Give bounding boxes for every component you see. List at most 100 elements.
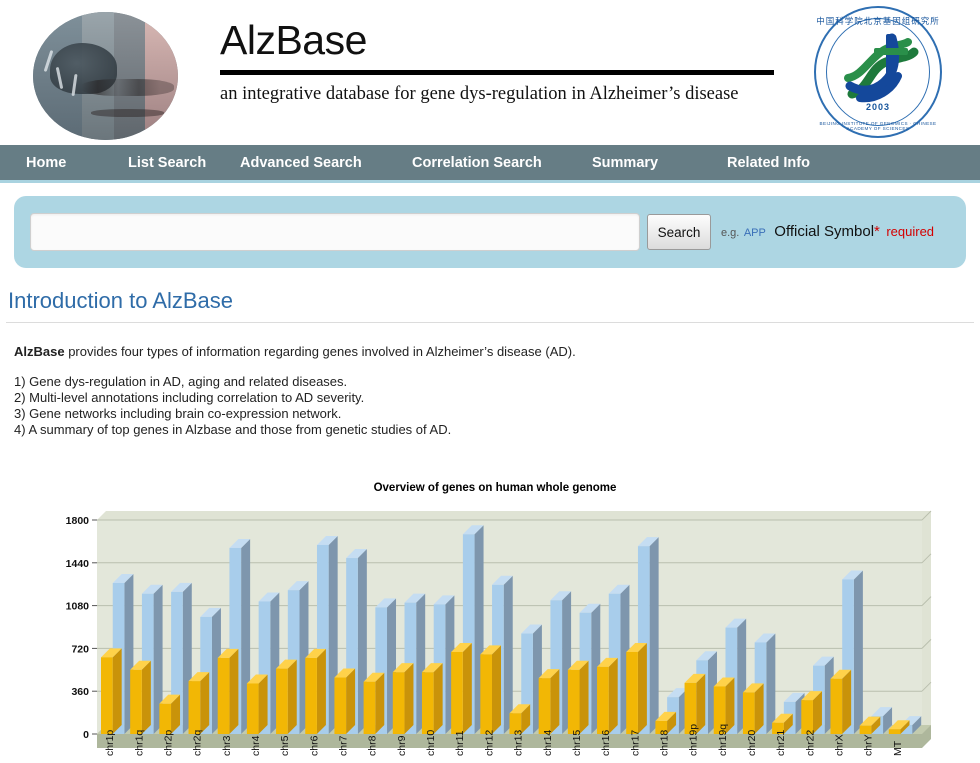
search-hint-star: *: [874, 223, 880, 240]
nav-item-correlation-search[interactable]: Correlation Search: [412, 144, 592, 182]
nav-link-list-search[interactable]: List Search: [128, 155, 206, 171]
chart-x-tick: chr5: [279, 735, 291, 756]
nav-link-related-info[interactable]: Related Info: [727, 155, 810, 171]
chart-y-tick: 0: [83, 729, 89, 741]
nav-item-home[interactable]: Home: [0, 144, 112, 182]
chart-y-tick: 1800: [66, 515, 90, 527]
chart-bar: [189, 672, 210, 734]
chart-x-tick: chr2p: [162, 730, 174, 756]
chart-bar: [101, 648, 122, 734]
site-header: AlzBase an integrative database for gene…: [0, 0, 980, 145]
search-hint: e.g. APP Official Symbol* required: [721, 223, 934, 241]
chart-svg: 0 360 720 1080 1440 1800 chr1p chr1q chr2p chr2q c…: [0, 494, 980, 756]
intro-bullet-3: 3) Gene networks including brain co-expr…: [14, 407, 980, 420]
chart-x-tick: chr17: [629, 730, 641, 756]
chart-bar: [393, 663, 414, 734]
chart-bar: [626, 643, 647, 734]
nav-item-summary[interactable]: Summary: [592, 144, 727, 182]
chart-bar: [451, 643, 472, 734]
chart-x-tick: chr8: [367, 735, 379, 756]
chart-x-tick: chr20: [746, 730, 758, 756]
institute-logo-en-text: BEIJING INSTITUTE OF GENOMICS · CHINESE …: [814, 121, 942, 131]
intro-bullet-4: 4) A summary of top genes in Alzbase and…: [14, 423, 980, 436]
chart-x-tick: chr2q: [192, 730, 204, 756]
chart-x-tick: chr21: [775, 730, 787, 756]
site-subtitle: an integrative database for gene dys-reg…: [220, 84, 780, 105]
nav-link-summary[interactable]: Summary: [592, 155, 658, 171]
chart-x-tick: MT: [892, 740, 904, 756]
title-separator: [6, 322, 974, 323]
title-divider: [220, 70, 774, 75]
institute-seal-logo-icon: 中国科学院北京基因组研究所 2003 BEIJING INSTITUTE OF …: [814, 6, 942, 138]
nav-link-correlation-search[interactable]: Correlation Search: [412, 155, 542, 171]
chart-bar: [801, 691, 822, 734]
page-root: AlzBase an integrative database for gene…: [0, 0, 980, 763]
chart-bar: [539, 669, 560, 734]
nav-link-advanced-search[interactable]: Advanced Search: [240, 155, 362, 171]
chart-bar: [480, 645, 501, 734]
chart-x-tick: chr18: [658, 730, 670, 756]
chart-x-tick: chr13: [513, 730, 525, 756]
alzbase-brain-face-logo-icon: [33, 12, 178, 140]
chart-x-tick: chr9: [396, 735, 408, 756]
search-hint-eg: e.g.: [721, 227, 739, 239]
chart-y-tick: 1080: [66, 601, 90, 613]
search-hint-symbol: Official Symbol: [774, 223, 874, 240]
chart-x-tick: chr19q: [717, 724, 729, 756]
intro-bullet-2: 2) Multi-level annotations including cor…: [14, 391, 980, 404]
chart-bar: [276, 660, 297, 734]
genome-overview-chart: Overview of genes on human whole genome …: [0, 478, 980, 763]
nav-link-home[interactable]: Home: [26, 155, 66, 171]
search-hint-example: APP: [744, 227, 766, 239]
intro-bullet-1: 1) Gene dys-regulation in AD, aging and …: [14, 375, 980, 388]
intro-lead: AlzBase provides four types of informati…: [14, 345, 980, 358]
nav-item-advanced-search[interactable]: Advanced Search: [240, 144, 412, 182]
chart-title: Overview of genes on human whole genome: [10, 478, 980, 494]
institute-logo-cn-text: 中国科学院北京基因组研究所: [814, 15, 942, 27]
chart-y-tick: 1440: [66, 558, 90, 570]
chart-x-tick: chr15: [571, 730, 583, 756]
chart-bar: [130, 661, 151, 734]
chart-x-tick: chrX: [834, 734, 846, 756]
site-title-block: AlzBase an integrative database for gene…: [220, 18, 780, 105]
chart-bar: [218, 649, 239, 734]
main-navigation: Home List Search Advanced Search Correla…: [0, 145, 980, 183]
nav-item-list-search[interactable]: List Search: [112, 144, 240, 182]
chart-x-tick: chr7: [338, 735, 350, 756]
chart-x-tick: chr10: [425, 730, 437, 756]
chart-x-tick: chr1p: [104, 730, 116, 756]
chart-x-tick: chr1q: [133, 730, 145, 756]
chart-x-tick: chr14: [542, 730, 554, 756]
chart-bar: [830, 670, 851, 734]
chart-bar: [364, 673, 385, 734]
site-title: AlzBase: [220, 18, 780, 64]
nav-item-related-info[interactable]: Related Info: [727, 144, 887, 182]
chart-x-tick: chr4: [250, 735, 262, 756]
chart-bar: [305, 649, 326, 734]
chart-bar: [597, 658, 618, 734]
chart-x-tick: chr3: [221, 735, 233, 756]
institute-logo-year: 2003: [814, 102, 942, 112]
chart-y-tick: 720: [71, 643, 89, 655]
search-input[interactable]: [30, 213, 640, 251]
search-panel: Search e.g. APP Official Symbol* require…: [14, 196, 966, 268]
chart-bar: [247, 674, 268, 734]
page-title: Introduction to AlzBase: [8, 288, 980, 314]
chart-bar: [743, 683, 764, 734]
search-button[interactable]: Search: [647, 214, 711, 250]
chart-y-tick: 360: [71, 686, 89, 698]
chart-bar: [568, 661, 589, 734]
chart-x-tick: chr12: [483, 730, 495, 756]
search-hint-required: required: [886, 224, 934, 239]
chart-plot-area: Number of genes 0360720108014401800chr1p…: [0, 494, 980, 756]
chart-x-tick: chr6: [308, 735, 320, 756]
intro-body: AlzBase provides four types of informati…: [14, 345, 980, 436]
intro-lead-rest: provides four types of information regar…: [65, 344, 576, 359]
chart-bar: [422, 663, 443, 734]
chart-x-tick: chr22: [804, 730, 816, 756]
chart-x-tick: chrY: [863, 734, 875, 756]
chart-x-tick: chr11: [454, 730, 466, 756]
chart-bar: [334, 669, 355, 734]
chart-x-tick: chr19p: [688, 724, 700, 756]
chart-x-tick: chr16: [600, 730, 612, 756]
